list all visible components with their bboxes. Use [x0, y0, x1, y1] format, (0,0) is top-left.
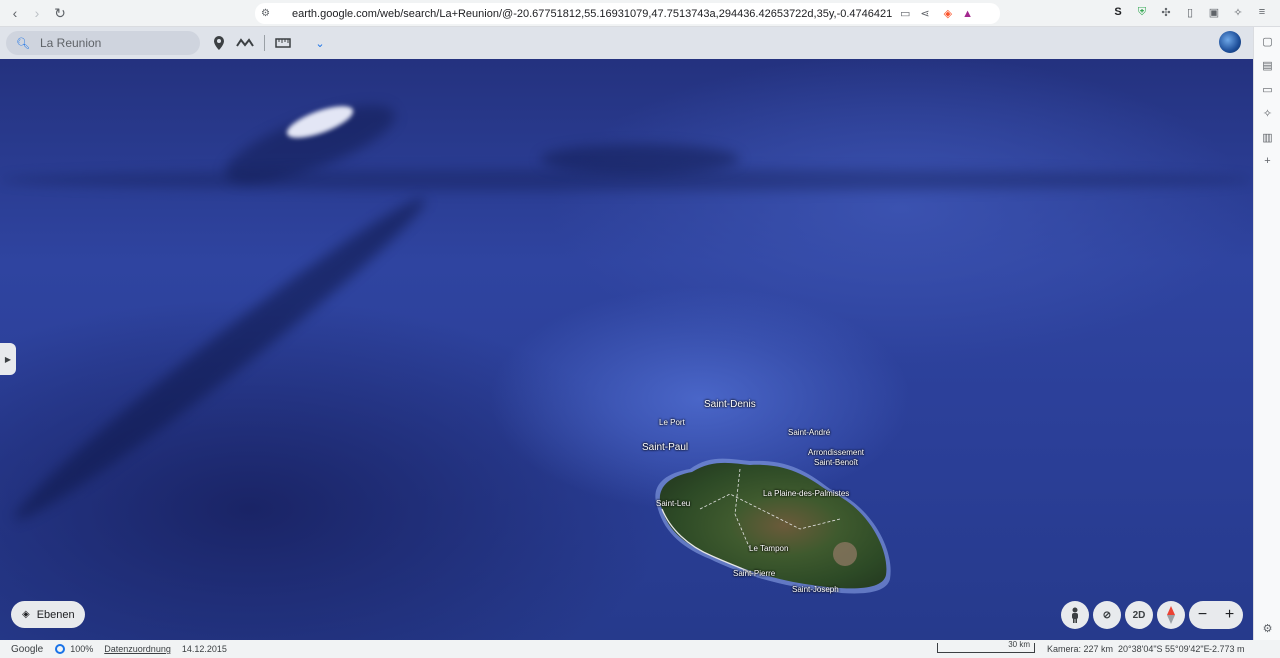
avatar[interactable] [1219, 31, 1241, 53]
imagery-date: 14.12.2015 [181, 644, 227, 654]
extension-s-icon[interactable]: S [1110, 4, 1126, 20]
view-2d-button[interactable]: 2D [1125, 601, 1153, 629]
leo-side-icon[interactable]: ✧ [1254, 101, 1280, 125]
place-label[interactable]: Le Tampon [749, 544, 788, 553]
leo-ai-icon[interactable]: ✧ [1230, 4, 1246, 20]
path-icon[interactable] [236, 34, 254, 52]
search-box[interactable]: 🔍︎ [6, 31, 200, 55]
search-icon: 🔍︎ [16, 37, 30, 50]
reading-list-icon[interactable]: ▤ [1254, 53, 1280, 77]
layers-label: Ebenen [36, 608, 75, 621]
search-input[interactable] [39, 36, 190, 50]
placemark-icon[interactable] [210, 34, 228, 52]
status-bar: Google 100% Datenzuordnung 14.12.2015 30… [0, 640, 1280, 658]
add-panel-icon[interactable]: + [1254, 149, 1280, 173]
zoom-out-button[interactable]: − [1198, 606, 1207, 624]
attribution-link[interactable]: Datenzuordnung [104, 644, 171, 654]
globe-view[interactable]: Saint-Denis Le Port Saint-Paul Saint-And… [0, 59, 1253, 640]
cursor-elevation: -2.773 m [1209, 644, 1245, 654]
chevron-down-icon[interactable]: ⌄ [311, 34, 329, 52]
cursor-coordinates: 20°38'04"S 55°09'42"E [1118, 644, 1210, 654]
history-icon[interactable]: ▭ [1254, 77, 1280, 101]
site-info-icon[interactable]: ⚙ [261, 8, 270, 19]
brave-rewards-icon[interactable]: ▲ [962, 8, 973, 20]
back-icon[interactable]: ‹ [5, 3, 25, 23]
load-progress: 100% [70, 644, 94, 654]
place-label[interactable]: Le Port [659, 418, 685, 427]
share-icon[interactable]: ⋖ [920, 7, 929, 20]
extension-shield-icon[interactable]: ⛨ [1134, 4, 1150, 20]
place-label[interactable]: Saint-Joseph [792, 585, 839, 594]
zoom-control: − + [1189, 601, 1243, 629]
toolbar-divider [264, 35, 265, 51]
place-label[interactable]: La Plaine-des-Palmistes [763, 489, 849, 498]
place-label[interactable]: Saint-Benoît [814, 458, 858, 467]
bookmarks-side-icon[interactable]: ▥ [1254, 125, 1280, 149]
tilt-toggle-icon[interactable]: ⊘ [1093, 601, 1121, 629]
compass-icon[interactable] [1157, 601, 1185, 629]
loading-indicator-icon [55, 644, 66, 654]
address-bar[interactable]: ⚙ earth.google.com/web/search/La+Reunion… [255, 3, 1000, 24]
place-label[interactable]: Saint-André [788, 428, 830, 437]
menu-icon[interactable]: ≡ [1254, 4, 1270, 20]
extensions-puzzle-icon[interactable]: ✣ [1158, 4, 1174, 20]
side-panel-toggle[interactable]: ▶ [0, 343, 16, 375]
ruler-icon[interactable] [274, 34, 292, 52]
wallet-icon[interactable]: ▣ [1206, 4, 1222, 20]
cast-icon[interactable]: ▭ [900, 7, 910, 20]
google-logo: Google [11, 643, 44, 655]
earth-toolbar: 🔍︎ ⌄ [0, 27, 1253, 59]
place-label[interactable]: Saint-Pierre [733, 569, 775, 578]
zoom-in-button[interactable]: + [1225, 606, 1234, 624]
brave-shield-icon[interactable]: ◈ [944, 7, 952, 20]
url-text: earth.google.com/web/search/La+Reunion/@… [291, 7, 892, 20]
layers-icon: ◈ [22, 609, 30, 620]
camera-altitude: Kamera: 227 km [1047, 644, 1114, 654]
pegman-icon[interactable] [1061, 601, 1089, 629]
place-label[interactable]: Saint-Paul [642, 442, 688, 453]
scale-label: 30 km [1008, 640, 1030, 649]
sidebar-toggle-icon[interactable]: ▯ [1182, 4, 1198, 20]
reload-icon[interactable]: ↻ [50, 3, 70, 23]
settings-icon[interactable]: ⚙ [1254, 616, 1280, 640]
browser-side-panel: ▢ ▤ ▭ ✧ ▥ + ⚙ [1253, 27, 1280, 640]
seafloor-ridge [2, 183, 438, 535]
chevron-right-icon: ▶ [4, 354, 12, 364]
seafloor-ridge-2 [540, 144, 740, 174]
place-label[interactable]: Saint-Leu [656, 499, 690, 508]
scale-bar: 30 km [937, 640, 1035, 653]
forward-icon[interactable]: › [27, 3, 47, 23]
place-label[interactable]: Arrondissement [808, 448, 864, 457]
wallet-side-icon[interactable]: ▢ [1254, 29, 1280, 53]
place-label[interactable]: Saint-Denis [704, 399, 756, 410]
layers-button[interactable]: ◈ Ebenen [11, 601, 85, 628]
browser-toolbar: ‹ › ↻ ☐ ⚙ earth.google.com/web/search/La… [0, 0, 1280, 27]
